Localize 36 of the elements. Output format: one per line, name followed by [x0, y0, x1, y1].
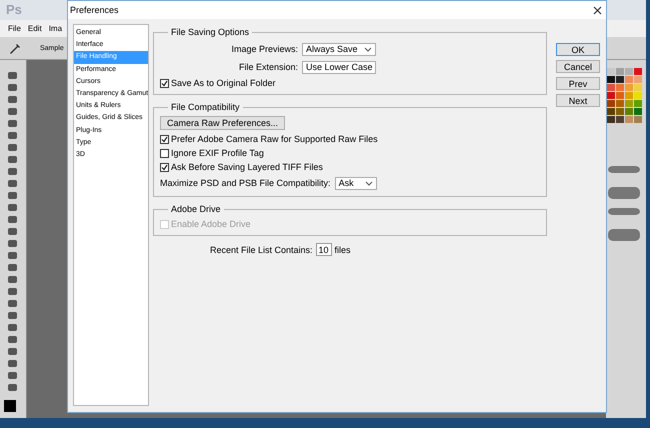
field-label: File Extension:	[238, 62, 298, 72]
field-label: files	[334, 244, 351, 254]
dropdown[interactable]: Use Lower Case	[302, 60, 376, 74]
dialog-title: Preferences	[70, 5, 119, 15]
menu-item[interactable]: Ima	[48, 24, 62, 34]
preferences-button[interactable]: Camera Raw Preferences...	[160, 116, 286, 130]
dropdown[interactable]: Ask	[334, 176, 377, 190]
checkbox[interactable]	[160, 134, 169, 144]
menu-item[interactable]: File	[8, 24, 21, 34]
field-label: Image Previews:	[230, 44, 298, 54]
app-logo: Ps	[6, 2, 22, 18]
caret-icon	[364, 46, 372, 52]
field-label: Maximize PSD and PSB File Compatibility:	[160, 178, 331, 188]
checkbox-label: Enable Adobe Drive	[171, 219, 251, 229]
input-field[interactable]: 10	[316, 243, 332, 256]
checkbox-label: Prefer Adobe Camera Raw for Supported Raw Files	[171, 134, 378, 144]
checkbox[interactable]	[160, 78, 169, 88]
field-label: Recent File List Contains:	[210, 244, 313, 254]
checkbox[interactable]	[160, 162, 169, 172]
checkbox-label: Save As to Original Folder	[171, 78, 276, 88]
menu-item[interactable]: Edit	[28, 24, 42, 34]
checkbox[interactable]	[160, 148, 169, 158]
section-title: File Saving Options	[170, 27, 250, 37]
dialog-button[interactable]: Next	[556, 94, 600, 107]
dialog-button[interactable]: Cancel	[556, 60, 600, 73]
section-title: Adobe Drive	[170, 204, 222, 214]
checkbox-label: Ignore EXIF Profile Tag	[171, 148, 264, 158]
caret-icon	[364, 180, 373, 186]
eyedropper-icon[interactable]	[8, 41, 22, 56]
dropdown[interactable]: Always Save	[302, 42, 376, 56]
toolbar-drawing[interactable]	[0, 60, 27, 418]
checkbox-label: Ask Before Saving Layered TIFF Files	[171, 162, 323, 172]
close-icon[interactable]	[593, 6, 602, 14]
dialog-button[interactable]: Prev	[556, 77, 600, 90]
section-title: File Compatibility	[170, 102, 241, 112]
dialog-button[interactable]: OK	[556, 43, 600, 56]
